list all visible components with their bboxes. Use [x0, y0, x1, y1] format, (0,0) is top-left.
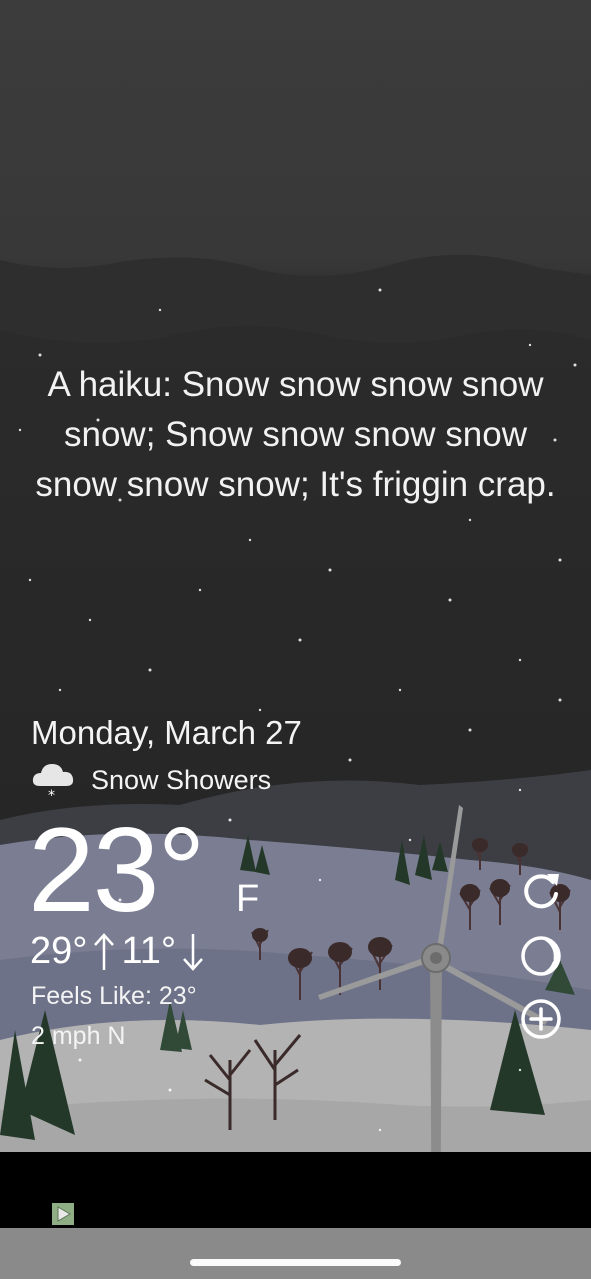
add-location-icon[interactable]: [519, 997, 563, 1041]
home-indicator[interactable]: [190, 1259, 401, 1266]
weather-condition: * Snow Showers: [30, 758, 271, 802]
feels-like: Feels Like: 23°: [31, 982, 197, 1010]
temperature-unit: F: [236, 878, 260, 920]
current-temperature: 23°: [28, 803, 205, 937]
high-low-temperatures: 29° 11°: [30, 930, 210, 973]
high-temperature: 29°: [30, 930, 88, 972]
snow-cloud-icon: *: [32, 764, 74, 802]
refresh-icon[interactable]: [519, 868, 563, 912]
bottom-bar: [0, 1228, 591, 1279]
haiku-text: A haiku: Snow snow snow snow snow; Snow …: [35, 365, 556, 504]
ad-banner[interactable]: [0, 1152, 591, 1228]
arrow-up-icon: [94, 932, 115, 970]
weather-date: Monday, March 27: [31, 714, 302, 751]
ad-play-icon[interactable]: [52, 1203, 74, 1225]
condition-label: Snow Showers: [91, 764, 272, 795]
wind-speed: 2 mph N: [31, 1022, 126, 1050]
snowy-landscape-background: [0, 0, 591, 1279]
moon-theme-icon[interactable]: [519, 934, 563, 978]
arrow-down-icon: [183, 933, 204, 971]
low-temperature: 11°: [121, 930, 177, 972]
